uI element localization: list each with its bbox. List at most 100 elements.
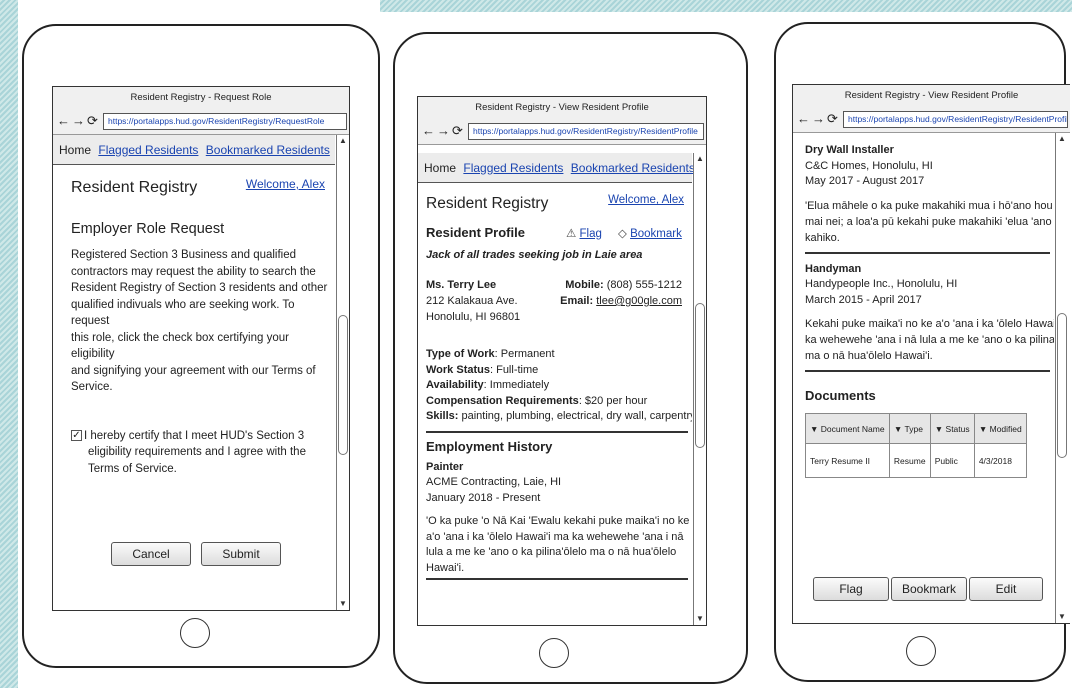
browser-window: Resident Registry - View Resident Profil… — [417, 96, 707, 626]
cell-status: Public — [929, 443, 975, 478]
scrollbar[interactable]: ▲ ▼ — [336, 135, 349, 610]
scroll-up-icon[interactable]: ▲ — [1056, 133, 1068, 145]
refresh-icon[interactable]: ⟳ — [452, 123, 463, 139]
divider — [805, 370, 1050, 372]
intro-line: Registered Section 3 Business and qualif… — [71, 249, 297, 261]
flag-link[interactable]: ⚠ Flag — [566, 226, 602, 240]
job-company: C&C Homes, Honolulu, HI — [805, 159, 933, 172]
browser-window: Resident Registry - View Resident Profil… — [792, 84, 1070, 624]
job-description-line: Hawai'i. — [426, 561, 465, 574]
documents-table: ▼ Document Name ▼ Type ▼ Status ▼ Modifi… — [805, 413, 1028, 478]
scroll-down-icon[interactable]: ▼ — [1056, 611, 1068, 623]
scroll-thumb[interactable] — [695, 303, 705, 448]
cell-document-name[interactable]: Terry Resume II — [805, 443, 890, 478]
scrollbar[interactable]: ▲ ▼ — [693, 153, 706, 625]
refresh-icon[interactable]: ⟳ — [827, 111, 838, 127]
refresh-icon[interactable]: ⟳ — [87, 113, 98, 129]
submit-button[interactable]: Submit — [201, 542, 281, 566]
bookmark-button[interactable]: Bookmark — [891, 577, 967, 601]
scrollbar[interactable]: ▲ ▼ — [1055, 133, 1068, 623]
email-link[interactable]: tlee@g00gle.com — [596, 295, 682, 307]
address-line: 212 Kalakaua Ave. — [426, 295, 518, 307]
job-description-line: mai nei; a loa'a pū kekahi puke makahiki… — [805, 215, 1052, 228]
cell-type: Resume — [888, 443, 931, 478]
nav-bookmarked-residents[interactable]: Bookmarked Residents — [206, 143, 330, 157]
nav-flagged-residents[interactable]: Flagged Residents — [463, 161, 563, 175]
nav-home[interactable]: Home — [424, 161, 456, 175]
home-button[interactable] — [906, 636, 936, 666]
compensation-label: Compensation Requirements — [426, 394, 579, 407]
address-line: Honolulu, HI 96801 — [426, 311, 521, 323]
nav-home[interactable]: Home — [59, 143, 91, 157]
tablet-profile-documents: Resident Registry - View Resident Profil… — [774, 22, 1070, 682]
back-arrow-icon[interactable]: ← — [422, 123, 435, 138]
address-bar: ← → ⟳ https://portalapps.hud.gov/Residen… — [418, 119, 706, 145]
certify-line: Terms of Service. — [88, 462, 177, 475]
mobile-value: (808) 555-1212 — [606, 279, 682, 291]
url-field[interactable]: https://portalapps.hud.gov/ResidentRegis… — [843, 111, 1068, 128]
intro-line: qualified indivuals who are seeking work… — [71, 298, 295, 328]
welcome-link[interactable]: Welcome, Alex — [246, 177, 325, 191]
welcome-link[interactable]: Welcome, Alex — [608, 194, 684, 206]
job-description-line: ma o nā hua'ōlelo Hawai'i. — [805, 350, 933, 362]
edit-button[interactable]: Edit — [969, 577, 1043, 601]
home-button[interactable] — [539, 638, 569, 668]
nav-flagged-residents[interactable]: Flagged Residents — [98, 143, 198, 157]
column-header-modified[interactable]: ▼ Modified — [973, 413, 1028, 444]
job-company: Handypeople Inc., Honolulu, HI — [805, 278, 958, 290]
scroll-up-icon[interactable]: ▲ — [694, 153, 706, 165]
certify-checkbox[interactable]: ✓ — [71, 429, 82, 441]
flag-link-label[interactable]: Flag — [580, 228, 602, 240]
url-field[interactable]: https://portalapps.hud.gov/ResidentRegis… — [468, 123, 704, 140]
intro-line: Service. — [71, 381, 113, 393]
scroll-thumb[interactable] — [338, 315, 348, 455]
job-description-line: 'Elua māhele o ka puke makahiki mua i hō… — [805, 199, 1054, 212]
page-content: Resident Registry Welcome, Alex Employer… — [53, 167, 335, 610]
divider — [426, 578, 688, 580]
status-label: Work Status — [426, 363, 490, 376]
column-header-status[interactable]: ▼ Status — [929, 413, 975, 444]
intro-line: contractors may request the ability to s… — [71, 265, 316, 278]
skills-label: Skills: — [426, 410, 459, 422]
back-arrow-icon[interactable]: ← — [57, 113, 70, 128]
job-description-line: a'o 'ana i ka 'ōlelo Hawai'i ma ka wehew… — [426, 530, 684, 543]
forward-arrow-icon[interactable]: → — [72, 113, 85, 128]
certify-row[interactable]: ✓ I hereby certify that I meet HUD's Sec… — [71, 428, 329, 478]
bookmark-link-label[interactable]: Bookmark — [630, 228, 682, 240]
type-value: : Permanent — [494, 348, 555, 360]
intro-line: and signifying your agreement with our T… — [71, 364, 316, 377]
scroll-thumb[interactable] — [1057, 313, 1067, 458]
column-header-document-name[interactable]: ▼ Document Name — [805, 413, 890, 444]
flag-button[interactable]: Flag — [813, 577, 889, 601]
job-title: Handyman — [805, 262, 862, 275]
nav-bookmarked-residents[interactable]: Bookmarked Residents — [571, 161, 695, 175]
table-row[interactable]: Terry Resume II Resume Public 4/3/2018 — [805, 443, 1028, 478]
skills-value: painting, plumbing, electrical, dry wall… — [458, 410, 692, 422]
app-title: Resident Registry — [71, 179, 198, 196]
scroll-down-icon[interactable]: ▼ — [694, 613, 706, 625]
back-arrow-icon[interactable]: ← — [797, 111, 810, 126]
home-button[interactable] — [180, 618, 210, 648]
intro-line: Resident Registry of Section 3 residents… — [71, 282, 328, 294]
column-header-type[interactable]: ▼ Type — [888, 413, 931, 444]
scroll-down-icon[interactable]: ▼ — [337, 598, 349, 610]
job-description: Kekahi puke maika'i no ke a'o 'ana i ka … — [805, 316, 1054, 364]
job-description-line: lula a me ke 'ano o ka pilina'ōlelo ma o… — [426, 546, 677, 558]
email-label: Email: — [560, 295, 594, 307]
left-hatch-border — [0, 0, 18, 688]
job-description-line: Kekahi puke maika'i no ke a'o 'ana i ka … — [805, 318, 1054, 330]
job-dates: January 2018 - Present — [426, 491, 541, 504]
page-content: Resident Registry Welcome, Alex Resident… — [418, 185, 692, 625]
job-description-line: ka wehewehe 'ana i nā lula a me ke 'ano … — [805, 334, 1054, 346]
bookmark-link[interactable]: ◇ Bookmark — [618, 226, 682, 240]
status-value: : Full-time — [489, 363, 539, 376]
job-title: Dry Wall Installer — [805, 144, 894, 156]
compensation-value: : $20 per hour — [578, 394, 648, 407]
cancel-button[interactable]: Cancel — [111, 542, 191, 566]
url-field[interactable]: https://portalapps.hud.gov/ResidentRegis… — [103, 113, 347, 130]
forward-arrow-icon[interactable]: → — [812, 111, 825, 126]
forward-arrow-icon[interactable]: → — [437, 123, 450, 138]
scroll-up-icon[interactable]: ▲ — [337, 135, 349, 147]
column-header-label: Status — [945, 423, 970, 434]
divider — [805, 251, 1050, 254]
